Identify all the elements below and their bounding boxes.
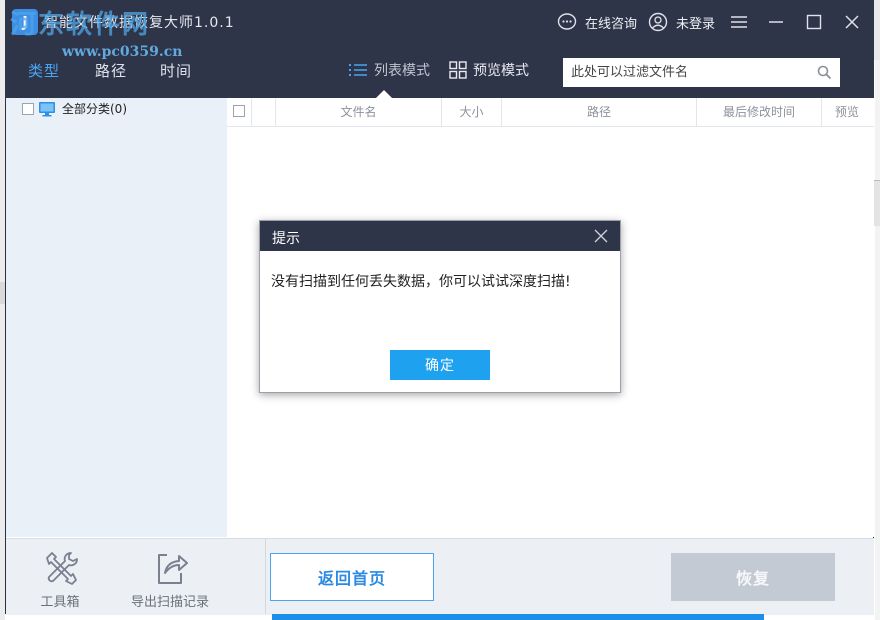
list-mode-button[interactable]: 列表模式 xyxy=(348,60,430,80)
desktop-background-strip xyxy=(873,180,880,226)
bottom-divider xyxy=(265,538,266,614)
maximize-button[interactable] xyxy=(802,10,826,34)
category-all-label: 全部分类(0) xyxy=(62,102,127,116)
dialog-close-button[interactable] xyxy=(592,227,610,245)
search-icon[interactable] xyxy=(817,65,832,80)
export-scan-record-label: 导出扫描记录 xyxy=(130,595,209,610)
watermark-url: www.pc0359.cn xyxy=(62,44,183,60)
dialog-title-bar[interactable]: 提示 xyxy=(260,221,620,251)
close-button[interactable] xyxy=(840,10,864,34)
menu-button[interactable] xyxy=(727,10,751,34)
select-all-column[interactable] xyxy=(227,98,252,126)
export-scan-record-button[interactable]: 导出扫描记录 xyxy=(120,549,220,610)
toolbox-label: 工具箱 xyxy=(40,595,80,610)
tools-icon xyxy=(46,552,78,585)
category-item-all[interactable]: 全部分类(0) xyxy=(22,100,127,117)
minimize-button[interactable] xyxy=(764,10,788,34)
user-circle-icon xyxy=(648,12,668,32)
close-icon xyxy=(594,229,608,243)
back-to-home-button[interactable]: 返回首页 xyxy=(270,553,434,601)
close-icon xyxy=(845,15,859,29)
desktop-background-right xyxy=(875,0,880,620)
minimize-icon xyxy=(769,21,783,23)
column-header-modified-time[interactable]: 最后修改时间 xyxy=(697,98,822,126)
grid-icon xyxy=(449,61,467,79)
watermark-logo: 河东软件网 xyxy=(10,10,151,40)
online-consult-label: 在线咨询 xyxy=(585,16,638,32)
column-header-path[interactable]: 路径 xyxy=(502,98,697,126)
column-header-preview[interactable]: 预览 xyxy=(822,98,872,126)
filename-filter[interactable] xyxy=(563,58,840,87)
select-all-checkbox[interactable] xyxy=(233,105,245,117)
category-checkbox[interactable] xyxy=(22,102,34,115)
recover-button[interactable]: 恢复 xyxy=(671,553,835,601)
login-status-label: 未登录 xyxy=(676,16,716,32)
column-header-size[interactable]: 大小 xyxy=(442,98,502,126)
desktop-background-strip xyxy=(873,0,880,60)
list-icon xyxy=(349,64,367,76)
dialog-ok-button[interactable]: 确定 xyxy=(390,350,490,380)
login-button[interactable]: 未登录 xyxy=(648,11,715,33)
file-table-header: 文件名 大小 路径 最后修改时间 预览 xyxy=(227,98,874,127)
category-panel xyxy=(6,98,227,537)
tab-type[interactable]: 类型 xyxy=(28,60,60,81)
notice-dialog: 提示 没有扫描到任何丢失数据，你可以试试深度扫描! 确定 xyxy=(259,220,621,393)
column-header-icon xyxy=(252,98,276,126)
active-view-indicator xyxy=(376,90,392,98)
toolbox-button[interactable]: 工具箱 xyxy=(32,549,88,610)
chat-bubble-icon xyxy=(557,13,577,30)
filename-filter-input[interactable] xyxy=(563,58,819,85)
background-banner-strip xyxy=(272,614,764,620)
preview-mode-button[interactable]: 预览模式 xyxy=(449,60,529,80)
dialog-title: 提示 xyxy=(272,231,300,247)
column-header-filename[interactable]: 文件名 xyxy=(276,98,442,126)
monitor-icon xyxy=(39,101,55,116)
menu-icon xyxy=(731,16,747,28)
export-icon xyxy=(158,554,188,584)
dialog-message: 没有扫描到任何丢失数据，你可以试试深度扫描! xyxy=(271,274,571,290)
maximize-icon xyxy=(806,14,822,30)
list-mode-label: 列表模式 xyxy=(374,63,430,79)
preview-mode-label: 预览模式 xyxy=(473,63,529,79)
tab-path[interactable]: 路径 xyxy=(95,60,127,81)
online-consult-button[interactable]: 在线咨询 xyxy=(557,11,637,33)
tab-time[interactable]: 时间 xyxy=(160,60,192,81)
